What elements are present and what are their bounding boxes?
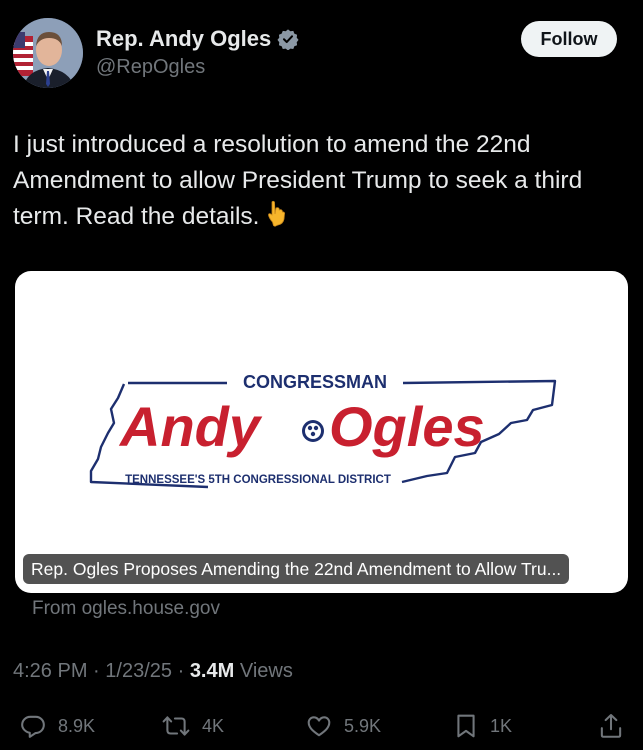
tweet-date[interactable]: 1/23/25: [105, 660, 172, 682]
tweet-text: I just introduced a resolution to amend …: [13, 127, 628, 239]
action-bar: 8.9K 4K 5.9K 1K: [0, 708, 643, 744]
congressman-logo: CONGRESSMAN Andy Ogles TENNESSEE'S 5TH C…: [89, 372, 557, 489]
author-handle[interactable]: @RepOgles: [96, 56, 299, 79]
views-label: Views: [239, 660, 293, 682]
meta-separator: ·: [177, 660, 185, 682]
pointing-down-icon: [263, 200, 287, 239]
author-block: Rep. Andy Ogles @RepOgles: [96, 24, 299, 79]
reply-icon: [20, 713, 46, 739]
logo-bottom-text: TENNESSEE'S 5TH CONGRESSIONAL DISTRICT: [125, 474, 391, 486]
link-card[interactable]: CONGRESSMAN Andy Ogles TENNESSEE'S 5TH C…: [15, 271, 628, 593]
bookmark-button[interactable]: 1K: [454, 708, 512, 744]
bookmark-icon: [454, 713, 478, 739]
logo-top-text: CONGRESSMAN: [243, 372, 387, 392]
follow-button[interactable]: Follow: [521, 21, 617, 57]
logo-name-right: Ogles: [329, 395, 485, 458]
author-display-name[interactable]: Rep. Andy Ogles: [96, 26, 271, 52]
repost-button[interactable]: 4K: [162, 708, 224, 744]
tweet-header: Rep. Andy Ogles @RepOgles Follow: [13, 18, 630, 88]
tweet-time[interactable]: 4:26 PM: [13, 660, 87, 682]
logo-name-left: Andy: [118, 395, 263, 458]
tweet-body: I just introduced a resolution to amend …: [13, 131, 583, 230]
repost-icon: [162, 713, 190, 739]
like-button[interactable]: 5.9K: [306, 708, 381, 744]
reply-count: 8.9K: [58, 715, 96, 736]
card-title[interactable]: Rep. Ogles Proposes Amending the 22nd Am…: [23, 554, 570, 584]
share-icon: [598, 712, 624, 740]
share-button[interactable]: [598, 708, 624, 744]
views-count: 3.4M: [189, 660, 235, 682]
card-source-link[interactable]: From ogles.house.gov: [32, 598, 220, 620]
reply-button[interactable]: 8.9K: [20, 708, 95, 744]
heart-icon: [306, 713, 332, 739]
bookmark-count: 1K: [490, 715, 513, 736]
repost-count: 4K: [202, 715, 225, 736]
meta-separator: ·: [93, 660, 100, 682]
avatar[interactable]: [13, 18, 83, 88]
verified-badge-icon: [277, 28, 299, 51]
tweet-meta: 4:26 PM · 1/23/25 · 3.4M Views: [13, 660, 293, 683]
like-count: 5.9K: [344, 715, 382, 736]
